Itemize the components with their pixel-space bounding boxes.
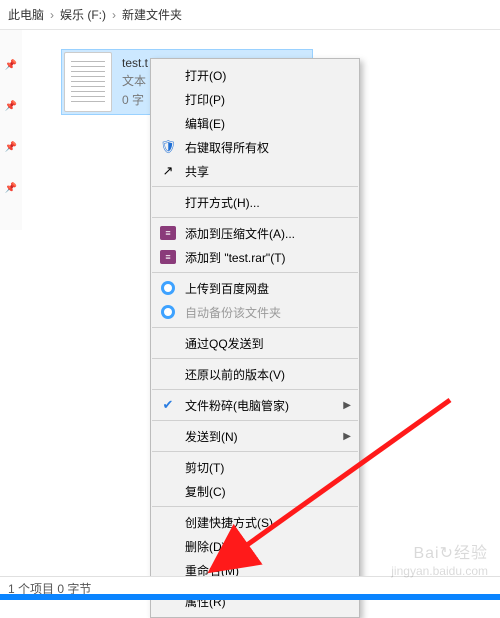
shield-icon: 🛡 <box>159 138 177 156</box>
baidu-cloud-icon <box>159 279 177 297</box>
watermark: Bai↻经验 jingyan.baidu.com <box>391 544 488 578</box>
menu-share[interactable]: ↗共享 <box>151 159 359 183</box>
breadcrumb-part[interactable]: 新建文件夹 <box>122 6 182 23</box>
menu-baidu-backup: 自动备份该文件夹 <box>151 300 359 324</box>
text-file-icon <box>64 52 112 112</box>
chevron-right-icon: ▶ <box>343 431 351 442</box>
menu-separator <box>152 272 358 273</box>
share-icon: ↗ <box>159 162 177 180</box>
menu-separator <box>152 451 358 452</box>
context-menu: 打开(O) 打印(P) 编辑(E) 🛡右键取得所有权 ↗共享 打开方式(H)..… <box>150 58 360 618</box>
menu-separator <box>152 389 358 390</box>
menu-add-archive[interactable]: ≡添加到压缩文件(A)... <box>151 221 359 245</box>
pin-icon[interactable]: 📌 <box>5 183 17 194</box>
chevron-right-icon: › <box>50 8 54 22</box>
rar-icon: ≡ <box>159 248 177 266</box>
rar-icon: ≡ <box>159 224 177 242</box>
menu-shred[interactable]: ✔文件粉碎(电脑管家)▶ <box>151 393 359 417</box>
pin-icon[interactable]: 📌 <box>5 101 17 112</box>
chevron-right-icon: ▶ <box>343 400 351 411</box>
menu-separator <box>152 420 358 421</box>
breadcrumb-part[interactable]: 娱乐 (F:) <box>60 6 106 23</box>
file-type: 文本 <box>122 72 148 89</box>
menu-baidu-upload[interactable]: 上传到百度网盘 <box>151 276 359 300</box>
quick-access-strip: 📌 📌 📌 📌 <box>0 30 22 230</box>
chevron-right-icon: › <box>112 8 116 22</box>
file-name: test.t <box>122 56 148 70</box>
breadcrumb-part[interactable]: 此电脑 <box>8 6 44 23</box>
menu-copy[interactable]: 复制(C) <box>151 479 359 503</box>
pin-icon[interactable]: 📌 <box>5 60 17 71</box>
menu-delete[interactable]: 删除(D) <box>151 534 359 558</box>
file-size: 0 字 <box>122 91 148 108</box>
taskbar <box>0 594 500 600</box>
menu-cut[interactable]: 剪切(T) <box>151 455 359 479</box>
menu-restore-versions[interactable]: 还原以前的版本(V) <box>151 362 359 386</box>
menu-edit[interactable]: 编辑(E) <box>151 111 359 135</box>
file-meta: test.t 文本 0 字 <box>122 52 148 112</box>
breadcrumb[interactable]: 此电脑 › 娱乐 (F:) › 新建文件夹 <box>0 0 500 30</box>
baidu-cloud-icon <box>159 303 177 321</box>
menu-separator <box>152 327 358 328</box>
guanjia-icon: ✔ <box>159 396 177 414</box>
pin-icon[interactable]: 📌 <box>5 142 17 153</box>
menu-separator <box>152 358 358 359</box>
menu-add-testrar[interactable]: ≡添加到 "test.rar"(T) <box>151 245 359 269</box>
menu-separator <box>152 186 358 187</box>
menu-take-ownership[interactable]: 🛡右键取得所有权 <box>151 135 359 159</box>
menu-create-shortcut[interactable]: 创建快捷方式(S) <box>151 510 359 534</box>
menu-separator <box>152 506 358 507</box>
menu-open[interactable]: 打开(O) <box>151 63 359 87</box>
menu-qq-send[interactable]: 通过QQ发送到 <box>151 331 359 355</box>
menu-open-with[interactable]: 打开方式(H)... <box>151 190 359 214</box>
menu-send-to[interactable]: 发送到(N)▶ <box>151 424 359 448</box>
menu-separator <box>152 217 358 218</box>
menu-print[interactable]: 打印(P) <box>151 87 359 111</box>
